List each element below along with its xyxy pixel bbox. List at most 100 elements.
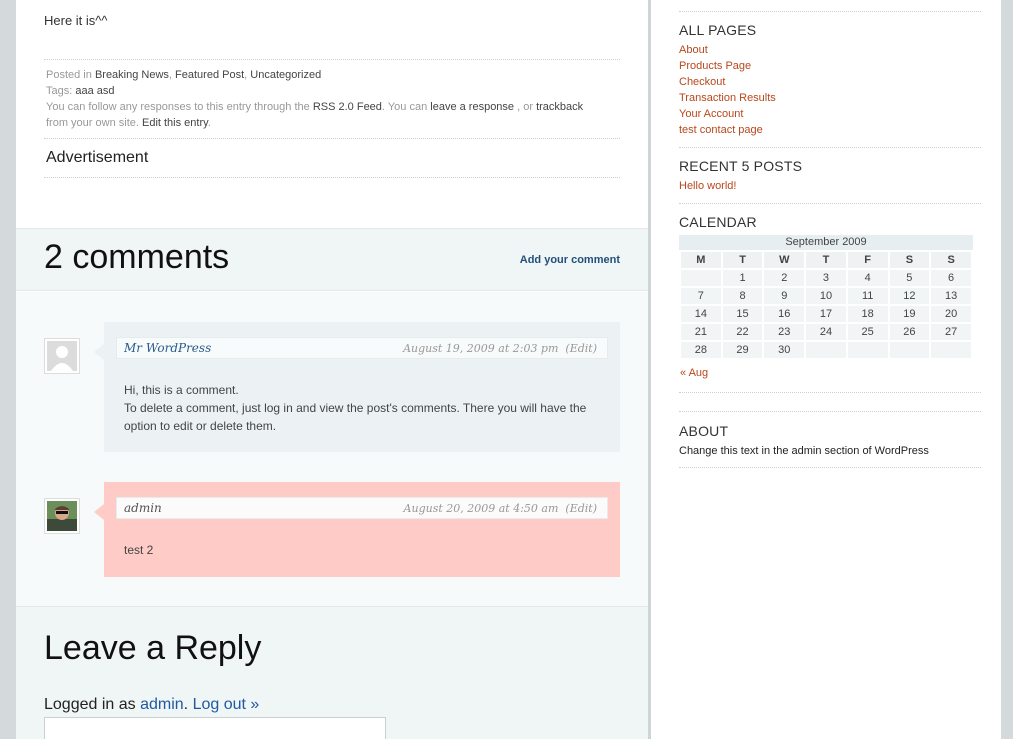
comments-list: Mr WordPress August 19, 2009 at 2:03 pm … xyxy=(16,292,648,606)
comment-date: August 20, 2009 at 4:50 am (Edit) xyxy=(404,502,597,515)
or-text: , or xyxy=(517,101,534,113)
divider xyxy=(679,203,981,204)
calendar-day: 3 xyxy=(806,270,846,286)
calendar-day: 4 xyxy=(847,270,888,286)
tag-link[interactable]: aaa xyxy=(75,85,93,97)
user-photo-avatar-icon xyxy=(47,501,77,531)
calendar-body: 1 2 3 4 5 6 7 8 9 10 11 12 13 14 15 16 17 18 19 20 21 22 23 24 2… xyxy=(681,270,971,358)
calendar-day: 14 xyxy=(681,306,721,322)
all-pages-title: ALL PAGES xyxy=(679,22,757,38)
list-item: Checkout xyxy=(679,74,776,90)
comment-highlighted: admin August 20, 2009 at 4:50 am (Edit) … xyxy=(94,482,620,577)
weekday-header: F xyxy=(847,252,888,268)
calendar-day: 25 xyxy=(847,324,888,340)
calendar-weekdays: M T W T F S S xyxy=(681,252,971,268)
recent-post-link[interactable]: Hello world! xyxy=(679,180,736,192)
calendar-day: 19 xyxy=(889,306,930,322)
logout-link[interactable]: Log out » xyxy=(193,696,260,713)
reply-heading: Leave a Reply xyxy=(44,629,262,667)
comment-date: August 19, 2009 at 2:03 pm (Edit) xyxy=(403,342,597,355)
calendar-week-row: 14 15 16 17 18 19 20 xyxy=(681,306,971,322)
calendar-day: 12 xyxy=(889,288,930,304)
weekday-header: T xyxy=(722,252,763,268)
page-link-about[interactable]: About xyxy=(679,44,708,56)
reply-section: Leave a Reply Logged in as admin. Log ou… xyxy=(16,606,648,739)
calendar-day: 27 xyxy=(931,324,971,340)
calendar-day: 10 xyxy=(806,288,846,304)
calendar-day: 30 xyxy=(764,342,805,358)
weekday-header: T xyxy=(806,252,846,268)
leave-response-link[interactable]: leave a response xyxy=(430,101,514,113)
calendar-week-row: 123456 xyxy=(681,270,971,286)
comment-body: test 2 xyxy=(124,541,604,559)
profile-link[interactable]: admin xyxy=(140,696,184,713)
category-link[interactable]: Featured Post xyxy=(175,69,244,81)
calendar-table: September 2009 M T W T F S S 1 2 3 4 5 6 7 8 9 10… xyxy=(679,235,973,360)
edit-entry-link[interactable]: Edit this entry xyxy=(142,117,208,129)
advertisement-label: Advertisement xyxy=(46,149,149,166)
recent-posts-list: Hello world! xyxy=(679,178,736,194)
calendar-day: 1 xyxy=(722,270,763,286)
comment-text: To delete a comment, just log in and vie… xyxy=(124,401,587,433)
comment-edit-link[interactable]: (Edit) xyxy=(565,342,597,355)
category-link[interactable]: Uncategorized xyxy=(250,69,321,81)
default-avatar-icon xyxy=(47,341,77,371)
weekday-header: M xyxy=(681,252,721,268)
category-link[interactable]: Breaking News xyxy=(95,69,169,81)
divider xyxy=(44,138,620,139)
comment-pointer xyxy=(94,504,104,520)
calendar-day: 13 xyxy=(931,288,971,304)
calendar-day: 16 xyxy=(764,306,805,322)
calendar-day: 5 xyxy=(889,270,930,286)
divider xyxy=(679,467,981,468)
posted-in-label: Posted in xyxy=(46,69,92,81)
calendar-empty-cell xyxy=(806,342,846,358)
calendar-week-row: 21 22 23 24 25 26 27 xyxy=(681,324,971,340)
calendar-day: 11 xyxy=(847,288,888,304)
calendar-day: 29 xyxy=(722,342,763,358)
comment-edit-link[interactable]: (Edit) xyxy=(565,502,597,515)
calendar-day: 2 xyxy=(764,270,805,286)
divider xyxy=(44,177,620,178)
page-link-products[interactable]: Products Page xyxy=(679,60,751,72)
own-site-line: from your own site. Edit this entry. xyxy=(46,117,211,129)
comment-pointer xyxy=(94,344,104,360)
calendar-day: 20 xyxy=(931,306,971,322)
comment-author-link[interactable]: Mr WordPress xyxy=(124,341,211,355)
weekday-header: S xyxy=(931,252,971,268)
calendar-day: 24 xyxy=(806,324,846,340)
from-site-text: from your own site. xyxy=(46,117,139,129)
list-item: Your Account xyxy=(679,106,776,122)
comment-date-text: August 19, 2009 at 2:03 pm xyxy=(403,342,559,355)
post-text: Here it is^^ xyxy=(44,13,108,28)
page-link-checkout[interactable]: Checkout xyxy=(679,76,725,88)
page-link-transaction-results[interactable]: Transaction Results xyxy=(679,92,776,104)
list-item: Hello world! xyxy=(679,178,736,194)
calendar-title: CALENDAR xyxy=(679,214,757,230)
trackback-link[interactable]: trackback xyxy=(536,101,583,113)
page-link-your-account[interactable]: Your Account xyxy=(679,108,743,120)
divider xyxy=(679,411,981,412)
add-comment-link[interactable]: Add your comment xyxy=(520,254,620,266)
page-link-test-contact[interactable]: test contact page xyxy=(679,124,763,136)
calendar-day: 18 xyxy=(847,306,888,322)
tag-link[interactable]: asd xyxy=(97,85,115,97)
you-can-text: . You can xyxy=(381,101,428,113)
calendar-day: 22 xyxy=(722,324,763,340)
follow-line: You can follow any responses to this ent… xyxy=(46,99,616,115)
post-meta: Posted in Breaking News, Featured Post, … xyxy=(46,67,616,131)
divider xyxy=(679,11,981,12)
tags-line: Tags: aaa asd xyxy=(46,83,616,99)
list-item: Transaction Results xyxy=(679,90,776,106)
calendar-empty-cell xyxy=(847,342,888,358)
calendar-day: 9 xyxy=(764,288,805,304)
weekday-header: W xyxy=(764,252,805,268)
calendar-prev-month-link[interactable]: « Aug xyxy=(680,367,708,379)
comment-textarea[interactable] xyxy=(44,717,386,739)
pages-list: About Products Page Checkout Transaction… xyxy=(679,42,776,138)
logged-in-line: Logged in as admin. Log out » xyxy=(44,696,260,713)
calendar-empty-cell xyxy=(889,342,930,358)
rss-feed-link[interactable]: RSS 2.0 Feed xyxy=(313,101,382,113)
comment: Mr WordPress August 19, 2009 at 2:03 pm … xyxy=(94,322,620,452)
list-item: test contact page xyxy=(679,122,776,138)
